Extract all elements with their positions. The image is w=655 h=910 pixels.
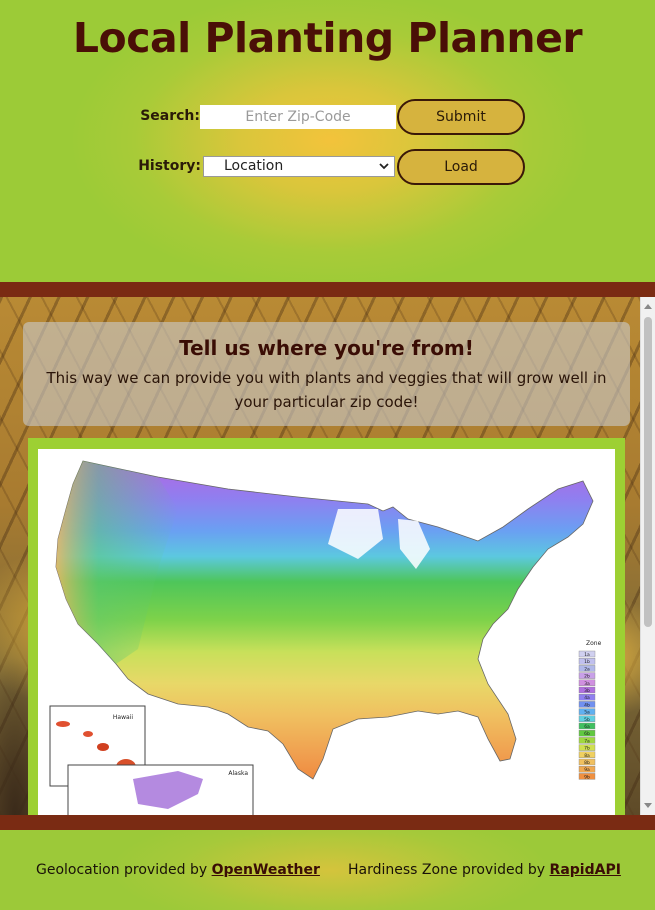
legend-zone-label: 9a <box>584 767 590 773</box>
hardiness-credit-text: Hardiness Zone provided by <box>348 862 546 878</box>
hardiness-credit: Hardiness Zone provided by RapidAPI <box>348 862 621 878</box>
scrollbar-thumb[interactable] <box>644 317 652 627</box>
legend-zone-label: 8b <box>584 760 590 766</box>
main-content: Tell us where you're from! This way we c… <box>0 297 655 815</box>
legend-zone-label: 1b <box>584 659 590 665</box>
legend-zone-label: 7a <box>584 738 590 744</box>
bottom-divider-band <box>0 815 655 830</box>
load-button[interactable]: Load <box>397 149 525 185</box>
footer: Geolocation provided by OpenWeather Hard… <box>0 830 655 910</box>
openweather-link[interactable]: OpenWeather <box>212 862 320 878</box>
hardiness-zone-map: Hawaii Alaska Zone 1a 1b 2a 2b 3a 3b 4a 4b 5a 5b 6… <box>38 449 615 815</box>
geolocation-credit: Geolocation provided by OpenWeather <box>36 862 320 878</box>
chevron-down-icon <box>379 163 389 170</box>
alaska-inset: Alaska <box>67 764 254 815</box>
legend-zone-label: 4a <box>584 695 590 701</box>
legend-title: Zone <box>586 640 602 647</box>
history-selected-value: Location <box>224 158 284 174</box>
intro-heading: Tell us where you're from! <box>179 336 474 360</box>
rapidapi-link[interactable]: RapidAPI <box>550 862 621 878</box>
page-title: Local Planting Planner <box>72 14 583 62</box>
zone-legend: Zone 1a1b2a 2b3a3b4a4b 5a5b6a6b7a 7b8a8b9a9… <box>578 640 602 780</box>
legend-zone-label: 8a <box>584 753 590 759</box>
submit-button[interactable]: Submit <box>397 99 525 135</box>
map-frame: Hawaii Alaska Zone 1a 1b 2a 2b 3a 3b 4a 4b 5a 5b 6… <box>28 438 625 815</box>
history-row: History: Location Load <box>0 149 655 185</box>
legend-zone-label: 5a <box>584 710 590 716</box>
legend-zone-label: 3b <box>584 688 590 694</box>
legend-zone-label: 2a <box>584 666 590 672</box>
scroll-up-arrow-icon[interactable] <box>644 304 652 309</box>
geolocation-credit-text: Geolocation provided by <box>36 862 208 878</box>
legend-zone-label: 6a <box>584 724 590 730</box>
legend-zone-label: 7b <box>584 746 590 752</box>
history-label: History: <box>138 158 201 174</box>
legend-zone-label: 2b <box>584 674 590 680</box>
legend-zone-label: 1a <box>584 652 590 658</box>
header: Local Planting Planner Search: Submit Hi… <box>0 0 655 282</box>
legend-zone-label: 6b <box>584 731 590 737</box>
legend-zone-label: 5b <box>584 717 590 723</box>
intro-panel: Tell us where you're from! This way we c… <box>23 322 630 426</box>
scroll-down-arrow-icon[interactable] <box>644 803 652 808</box>
history-select[interactable]: Location <box>203 156 395 177</box>
vertical-scrollbar[interactable] <box>640 297 655 815</box>
legend-zone-label: 3a <box>584 681 590 687</box>
intro-text: This way we can provide you with plants … <box>46 369 607 411</box>
alaska-label: Alaska <box>228 770 248 777</box>
top-divider-band <box>0 282 655 297</box>
zip-code-input[interactable] <box>200 105 396 129</box>
legend-zone-label: 9b <box>584 774 590 780</box>
search-label: Search: <box>140 108 200 124</box>
search-row: Search: Submit <box>0 99 655 135</box>
hawaii-label: Hawaii <box>113 714 133 721</box>
usda-zone-map-image: Hawaii Alaska Zone 1a1b2a2b3a3b4a4b5a5b6… <box>49 460 602 815</box>
legend-zone-label: 4b <box>584 702 590 708</box>
